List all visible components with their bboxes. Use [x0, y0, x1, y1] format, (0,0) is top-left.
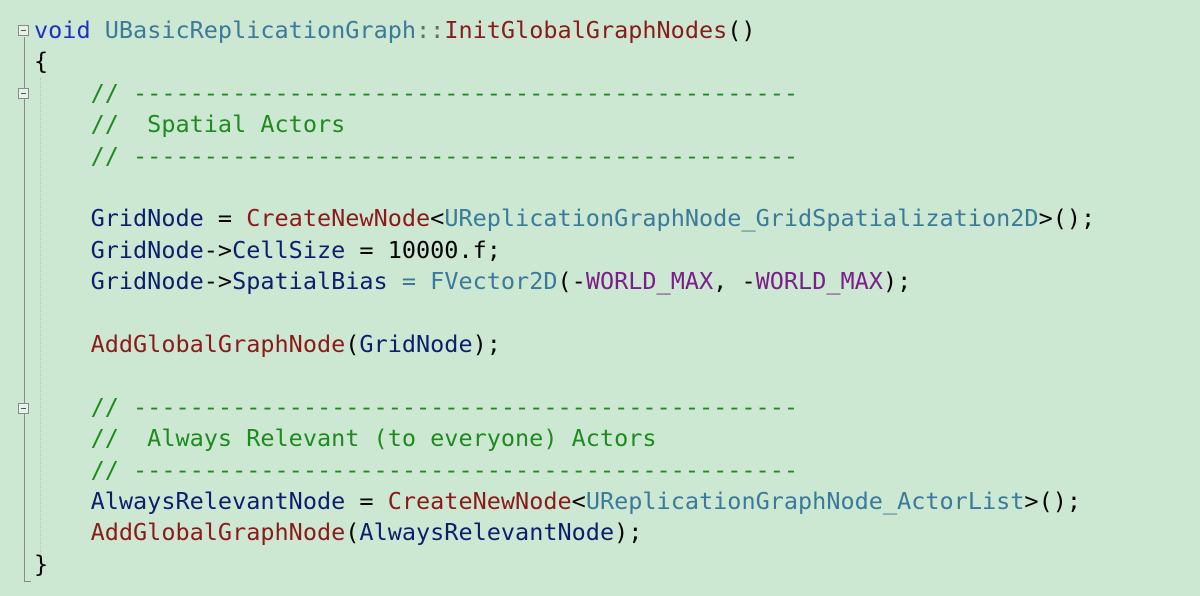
code-token-plain: );	[882, 267, 912, 296]
code-token-variable: SpatialBias	[232, 267, 388, 296]
code-line[interactable]: // -------------------------------------…	[34, 141, 798, 172]
code-line[interactable]: // -------------------------------------…	[34, 455, 798, 486]
code-token-plain: , -	[713, 267, 756, 296]
code-token-comment: // -------------------------------------…	[34, 141, 799, 170]
code-token-plain: >();	[1038, 204, 1096, 233]
code-token-plain: (-	[557, 267, 586, 296]
code-token-function: CreateNewNode	[246, 204, 431, 233]
code-editor[interactable]: void UBasicReplicationGraph::InitGlobalG…	[0, 0, 1200, 596]
code-token-plain: = 10000.f;	[345, 235, 501, 264]
code-token-plain: );	[614, 518, 643, 547]
code-token-plain: ()	[727, 16, 756, 44]
code-token-function: AddGlobalGraphNode	[90, 518, 346, 547]
code-line[interactable]: // Spatial Actors	[34, 109, 346, 140]
code-token-plain: >();	[1024, 487, 1082, 515]
code-line[interactable]: // Always Relevant (to everyone) Actors	[34, 423, 657, 454]
code-token-variable: AlwaysRelevantNode	[90, 487, 346, 515]
code-token-variable: GridNode	[90, 204, 204, 233]
code-token-plain: }	[34, 549, 49, 578]
code-token-class-type: UReplicationGraphNode_GridSpatialization…	[444, 204, 1039, 233]
code-line[interactable]: AddGlobalGraphNode(AlwaysRelevantNode);	[34, 517, 643, 548]
outline-bar-end	[24, 581, 31, 582]
code-token-macro: WORLD_MAX	[585, 267, 714, 296]
code-token-plain-gray: ::	[416, 16, 445, 44]
code-token-function: InitGlobalGraphNodes	[444, 16, 728, 44]
outline-bar	[24, 100, 25, 172]
code-token-class-type: UReplicationGraphNode_ActorList	[585, 487, 1025, 515]
code-token-variable: GridNode	[359, 330, 473, 358]
code-token-class-type: UBasicReplicationGraph	[104, 16, 417, 44]
code-token-plain: );	[472, 330, 501, 358]
code-token-keyword: void	[34, 16, 91, 44]
code-line[interactable]: }	[34, 549, 48, 580]
code-token-comment: // -------------------------------------…	[34, 78, 799, 107]
code-line[interactable]: void UBasicReplicationGraph::InitGlobalG…	[34, 15, 756, 46]
code-token-comment: // -------------------------------------…	[34, 455, 799, 484]
code-token-plain: ->	[203, 235, 233, 264]
code-line[interactable]: GridNode = CreateNewNode<UReplicationGra…	[34, 203, 1096, 234]
code-token-plain: <	[430, 204, 445, 233]
collapse-comment-icon[interactable]	[18, 403, 29, 414]
code-line[interactable]: GridNode->SpatialBias = FVector2D(-WORLD…	[34, 266, 912, 297]
code-token-class-type: FVector2D	[430, 267, 558, 296]
code-token-plain: =	[345, 487, 388, 515]
code-line[interactable]: // -------------------------------------…	[34, 392, 798, 423]
code-token-plain: <	[571, 487, 586, 515]
code-token-plain: {	[34, 47, 49, 76]
code-token-variable: GridNode	[90, 235, 204, 264]
collapse-function-icon[interactable]	[18, 25, 29, 36]
code-token-variable: CellSize	[232, 235, 346, 264]
code-token-comment: // Spatial Actors	[34, 110, 346, 139]
code-token-function: AddGlobalGraphNode	[90, 330, 346, 358]
code-token-variable: AlwaysRelevantNode	[359, 518, 615, 547]
code-line[interactable]: {	[34, 46, 48, 77]
code-line[interactable]: // -------------------------------------…	[34, 78, 798, 109]
code-token-plain: ->	[203, 267, 233, 296]
code-token-variable: GridNode	[90, 267, 204, 296]
code-token-plain: (	[345, 518, 360, 547]
code-line[interactable]: AddGlobalGraphNode(GridNode);	[34, 329, 501, 360]
code-token-class-type: =	[387, 267, 431, 296]
code-token-plain: (	[345, 330, 360, 358]
code-token-function: CreateNewNode	[387, 487, 572, 515]
code-line[interactable]: GridNode->CellSize = 10000.f;	[34, 235, 501, 266]
collapse-comment-icon[interactable]	[18, 88, 29, 99]
code-token-comment: // Always Relevant (to everyone) Actors	[34, 424, 657, 453]
code-line[interactable]: AlwaysRelevantNode = CreateNewNode<URepl…	[34, 486, 1081, 517]
code-token-comment: // -------------------------------------…	[34, 392, 799, 421]
code-token-macro: WORLD_MAX	[755, 267, 883, 296]
outline-bar	[24, 415, 25, 487]
code-token-plain: =	[203, 204, 247, 233]
